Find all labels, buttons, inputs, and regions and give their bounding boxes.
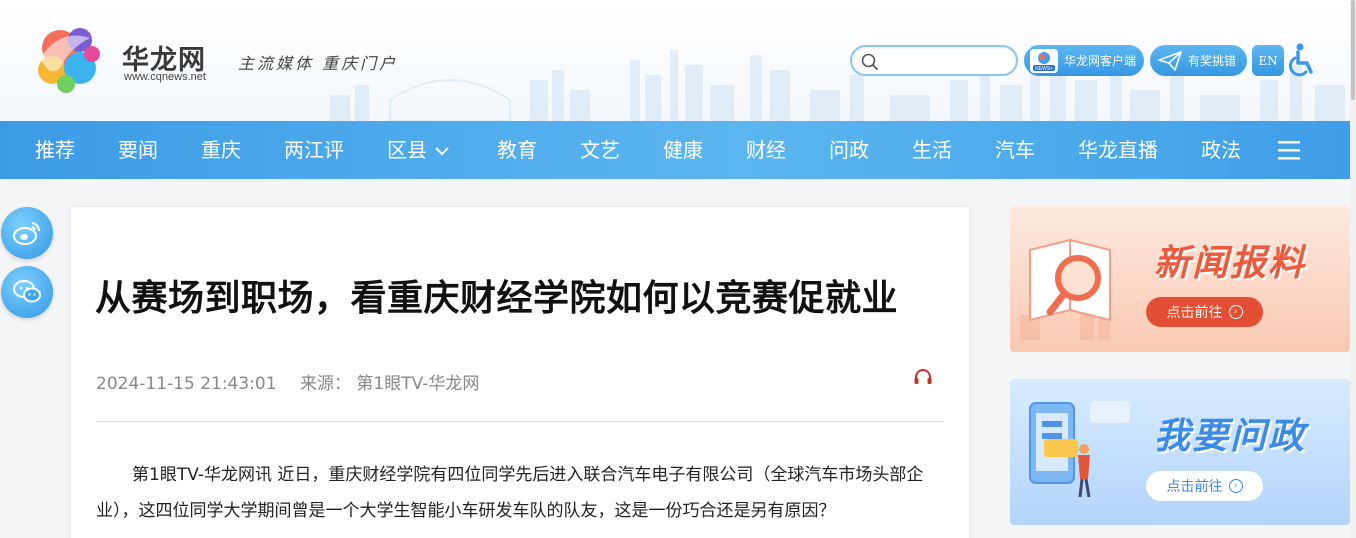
ask-government-title: 我要问政 (1153, 416, 1306, 457)
meta-divider (96, 421, 943, 422)
article-meta: 2024-11-15 21:43:01 来源： 第1眼TV-华龙网 (96, 369, 497, 394)
article-card: 从赛场到职场，看重庆财经学院如何以竞赛促就业 2024-11-15 21:43:… (71, 207, 969, 538)
weibo-icon (13, 222, 41, 245)
menu-icon[interactable] (1277, 139, 1301, 161)
chevron-down-icon (435, 147, 449, 156)
nav-item-districts[interactable]: 区县 (387, 121, 449, 179)
report-error-button[interactable]: 有奖挑错 (1150, 45, 1247, 76)
accessibility-icon[interactable] (1287, 42, 1317, 78)
article-source: 来源： 第1眼TV-华龙网 (299, 374, 480, 394)
headphones-icon[interactable] (913, 368, 933, 386)
hualong-logo-icon[interactable] (30, 18, 108, 98)
site-logo-url: www.cqnews.net (124, 71, 206, 83)
report-error-label: 有奖挑错 (1188, 54, 1237, 68)
news-app-icon: NEWS+ (1030, 48, 1058, 73)
search-icon[interactable] (861, 53, 879, 71)
nav-item-headlines[interactable]: 要闻 (118, 121, 158, 179)
page-scrollbar[interactable] (1350, 0, 1356, 538)
search-input[interactable] (882, 51, 1010, 71)
chevron-right-icon: › (1228, 305, 1243, 319)
nav-item-finance[interactable]: 财经 (746, 121, 786, 179)
nav-item-liangjiang-review[interactable]: 两江评 (284, 121, 344, 179)
nav-item-life[interactable]: 生活 (912, 121, 952, 179)
chevron-right-icon: › (1228, 479, 1243, 493)
magnifier-book-icon (1020, 238, 1111, 340)
nav-item-culture[interactable]: 文艺 (580, 121, 620, 179)
nav-item-chongqing[interactable]: 重庆 (201, 121, 241, 179)
news-tipoff-go-button[interactable]: 点击前往 › (1146, 297, 1263, 327)
app-download-label: 华龙网客户端 (1064, 54, 1137, 68)
phone-person-icon (1029, 401, 1130, 498)
news-tipoff-go-label: 点击前往 (1166, 305, 1223, 321)
article-paragraph: 第1眼TV-华龙网讯 近日，重庆财经学院有四位同学先后进入联合汽车电子有限公司（… (96, 465, 924, 521)
nav-item-politics-qa[interactable]: 问政 (829, 121, 869, 179)
search-box[interactable] (850, 45, 1018, 76)
share-wechat-button[interactable] (1, 266, 53, 318)
ask-government-go-button[interactable]: 点击前往 › (1146, 471, 1263, 501)
share-weibo-button[interactable] (1, 207, 53, 259)
paper-plane-icon (1158, 50, 1182, 71)
nav-item-education[interactable]: 教育 (497, 121, 537, 179)
main-nav: 推荐 要闻 重庆 两江评 区县 教育 文艺 健康 财经 问政 生活 汽车 华龙直… (0, 121, 1350, 179)
article-title: 从赛场到职场，看重庆财经学院如何以竞赛促就业 (95, 278, 899, 319)
ask-government-go-label: 点击前往 (1166, 479, 1223, 495)
news-tipoff-title: 新闻报料 (1153, 243, 1306, 284)
scrollbar-thumb[interactable] (1351, 0, 1355, 100)
nav-item-law[interactable]: 政法 (1201, 121, 1241, 179)
ask-government-card[interactable]: 我要问政 点击前往 › (1010, 379, 1350, 525)
nav-item-health[interactable]: 健康 (663, 121, 703, 179)
news-app-badge: NEWS+ (1035, 66, 1053, 72)
english-version-button[interactable]: EN (1252, 45, 1284, 76)
article-date: 2024-11-15 21:43:01 (96, 374, 277, 394)
nav-item-recommend[interactable]: 推荐 (35, 121, 75, 179)
wechat-icon (13, 280, 41, 303)
news-tipoff-card[interactable]: 新闻报料 点击前往 › (1010, 206, 1350, 352)
nav-item-auto[interactable]: 汽车 (995, 121, 1035, 179)
nav-item-live[interactable]: 华龙直播 (1078, 121, 1158, 179)
app-download-button[interactable]: NEWS+ 华龙网客户端 (1024, 45, 1144, 76)
site-slogan: 主流媒体 重庆门户 (238, 54, 399, 73)
site-header: 华龙网 www.cqnews.net 主流媒体 重庆门户 NEWS+ 华龙网客户… (0, 0, 1356, 121)
nav-item-districts-label: 区县 (387, 138, 427, 162)
